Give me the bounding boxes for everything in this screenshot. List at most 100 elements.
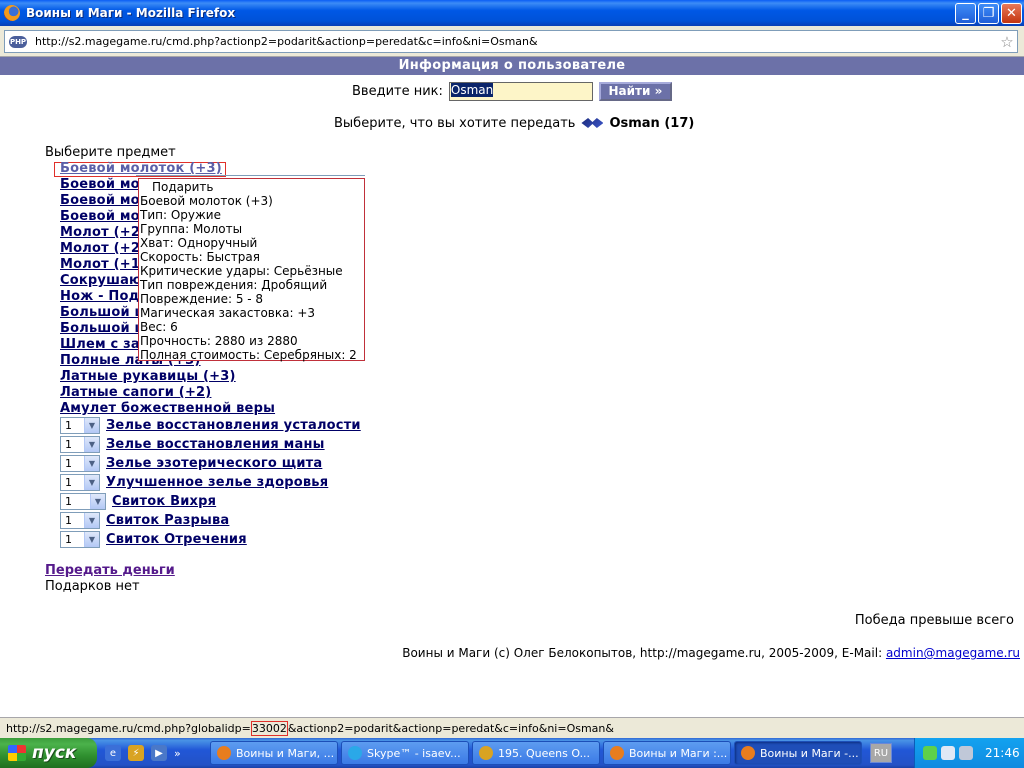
quantity-select[interactable]: 1 ▼ <box>60 417 100 434</box>
target-user[interactable]: Osman (17) <box>609 116 694 131</box>
gift-link[interactable]: Подарить <box>139 180 364 194</box>
item-link[interactable]: Молот (+2 <box>60 225 140 240</box>
tooltip-line: Группа: Молоты <box>140 222 243 236</box>
taskbar-item[interactable]: 195. Queens O... <box>472 741 600 765</box>
item-tooltip: Подарить Боевой молоток (+3) Тип: Оружие… <box>138 178 365 362</box>
taskbar: пуск e ⚡ ▶ » Воины и Маги, ... Skype™ - … <box>0 738 1024 768</box>
tooltip-line: Прочность: 2880 из 2880 <box>140 334 298 348</box>
start-label: пуск <box>32 743 77 763</box>
quantity-select[interactable]: 1 ▼ <box>60 474 100 491</box>
close-button[interactable]: ✕ <box>1001 2 1022 24</box>
more-chevron-icon[interactable]: » <box>174 747 181 760</box>
item-link[interactable]: Латные рукавицы (+3) <box>60 369 236 384</box>
status-url-id: 33002 <box>250 721 288 736</box>
ie-icon[interactable]: e <box>105 745 121 761</box>
quantity-select[interactable]: 1 ▼ <box>60 531 100 548</box>
item-link[interactable]: Латные сапоги (+2) <box>60 385 211 400</box>
item-link[interactable]: Большой щ <box>60 305 149 320</box>
volume-icon[interactable] <box>959 746 973 760</box>
item-link[interactable]: Молот (+1 <box>60 257 140 272</box>
item-link[interactable]: Амулет божественной веры <box>60 401 275 416</box>
potion-row: 1 ▼ Улучшенное зелье здоровья <box>60 474 328 491</box>
address-bar[interactable]: PHP http://s2.magegame.ru/cmd.php?action… <box>4 30 1018 53</box>
quantity-select[interactable]: 1 ▼ <box>60 493 106 510</box>
footer-text: Воины и Маги (c) Олег Белокопытов, http:… <box>402 646 883 660</box>
browser-window: Воины и Маги - Mozilla Firefox _ ❐ ✕ PHP… <box>0 0 1024 738</box>
no-gifts-text: Подарков нет <box>45 579 140 594</box>
navigation-bar: PHP http://s2.magegame.ru/cmd.php?action… <box>0 26 1024 57</box>
item-link[interactable]: Боевой мо <box>60 193 140 208</box>
item-link[interactable]: Боевой мо <box>60 177 140 192</box>
tooltip-line: Вес: 6 <box>140 320 178 334</box>
quantity-select[interactable]: 1 ▼ <box>60 436 100 453</box>
potion-link[interactable]: Зелье восстановления усталости <box>106 418 361 433</box>
page-header: Информация о пользователе <box>0 57 1024 75</box>
item-link[interactable]: Шлем с за <box>60 337 140 352</box>
clock: 21:46 <box>985 746 1020 760</box>
scroll-row: 1 ▼ Свиток Вихря <box>60 493 216 510</box>
item-link[interactable]: Молот (+2 <box>60 241 140 256</box>
page-content: Информация о пользователе Введите ник: O… <box>0 57 1024 717</box>
bookmark-star-icon[interactable]: ☆ <box>997 33 1017 51</box>
chevron-down-icon: ▼ <box>84 437 99 452</box>
winamp-icon[interactable]: ⚡ <box>128 745 144 761</box>
maximize-button[interactable]: ❐ <box>978 2 999 24</box>
race-icon <box>581 115 603 131</box>
media-player-icon[interactable]: ▶ <box>151 745 167 761</box>
potion-link[interactable]: Улучшенное зелье здоровья <box>106 475 328 490</box>
item-link[interactable]: Большой щ <box>60 321 149 336</box>
minimize-button[interactable]: _ <box>955 2 976 24</box>
taskbar-item[interactable]: Воины и Маги :... <box>603 741 731 765</box>
quantity-select[interactable]: 1 ▼ <box>60 512 100 529</box>
tooltip-line: Магическая закастовка: +3 <box>140 306 316 320</box>
chevron-down-icon: ▼ <box>84 513 99 528</box>
tooltip-line: Боевой молоток (+3) <box>140 194 273 208</box>
taskbar-item[interactable]: Воины и Маги -... <box>734 741 862 765</box>
status-bar: http://s2.magegame.ru/cmd.php?globalidp=… <box>0 717 1024 738</box>
nick-search-row: Введите ник: Osman Найти » <box>352 81 672 101</box>
item-link[interactable]: Боевой мо <box>60 209 140 224</box>
scroll-link[interactable]: Свиток Отречения <box>106 532 247 547</box>
tooltip-line: Скорость: Быстрая <box>140 250 260 264</box>
scroll-row: 1 ▼ Свиток Отречения <box>60 531 247 548</box>
potion-row: 1 ▼ Зелье восстановления усталости <box>60 417 361 434</box>
firefox-icon <box>4 5 20 21</box>
system-tray: 21:46 <box>914 738 1024 768</box>
tooltip-line: Повреждение: 5 - 8 <box>140 292 264 306</box>
taskbar-item[interactable]: Skype™ - isaev... <box>341 741 469 765</box>
potion-link[interactable]: Зелье эзотерического щита <box>106 456 322 471</box>
scroll-link[interactable]: Свиток Разрыва <box>106 513 229 528</box>
item-link[interactable]: Сокрушаю <box>60 273 142 288</box>
window-title: Воины и Маги - Mozilla Firefox <box>26 6 236 20</box>
network-icon[interactable] <box>941 746 955 760</box>
windows-logo-icon <box>8 745 26 761</box>
tooltip-line: Полная стоимость: Серебряных: 2 <box>140 348 357 362</box>
footer-email-link[interactable]: admin@magegame.ru <box>886 646 1020 660</box>
tooltip-line: Хват: Одноручный <box>140 236 258 250</box>
potion-row: 1 ▼ Зелье эзотерического щита <box>60 455 322 472</box>
nick-input[interactable]: Osman <box>448 81 593 101</box>
quick-launch: e ⚡ ▶ » <box>105 745 207 761</box>
status-url-start: http://s2.magegame.ru/cmd.php?globalidp= <box>6 722 251 735</box>
language-indicator[interactable]: RU <box>870 743 892 763</box>
transfer-row: Выберите, что вы хотите передать Osman (… <box>334 115 694 131</box>
taskbar-item[interactable]: Воины и Маги, ... <box>210 741 338 765</box>
potion-link[interactable]: Зелье восстановления маны <box>106 437 325 452</box>
tray-icon[interactable] <box>923 746 937 760</box>
choose-item-label: Выберите предмет <box>45 145 176 160</box>
url-text[interactable]: http://s2.magegame.ru/cmd.php?actionp2=p… <box>35 35 997 48</box>
quantity-select[interactable]: 1 ▼ <box>60 455 100 472</box>
start-button[interactable]: пуск <box>0 738 97 768</box>
item-link[interactable]: Нож - Под <box>60 289 139 304</box>
scroll-link[interactable]: Свиток Вихря <box>112 494 216 509</box>
transfer-money-link[interactable]: Передать деньги <box>45 563 175 578</box>
chevron-down-icon: ▼ <box>84 475 99 490</box>
item-link[interactable]: Боевой молоток (+3) <box>60 161 222 176</box>
footer: Воины и Маги (c) Олег Белокопытов, http:… <box>402 646 1020 660</box>
site-icon: PHP <box>9 35 27 48</box>
title-bar: Воины и Маги - Mozilla Firefox _ ❐ ✕ <box>0 0 1024 26</box>
transfer-text: Выберите, что вы хотите передать <box>334 115 576 131</box>
tooltip-frame <box>136 175 365 177</box>
find-button[interactable]: Найти » <box>598 81 672 101</box>
scroll-row: 1 ▼ Свиток Разрыва <box>60 512 229 529</box>
